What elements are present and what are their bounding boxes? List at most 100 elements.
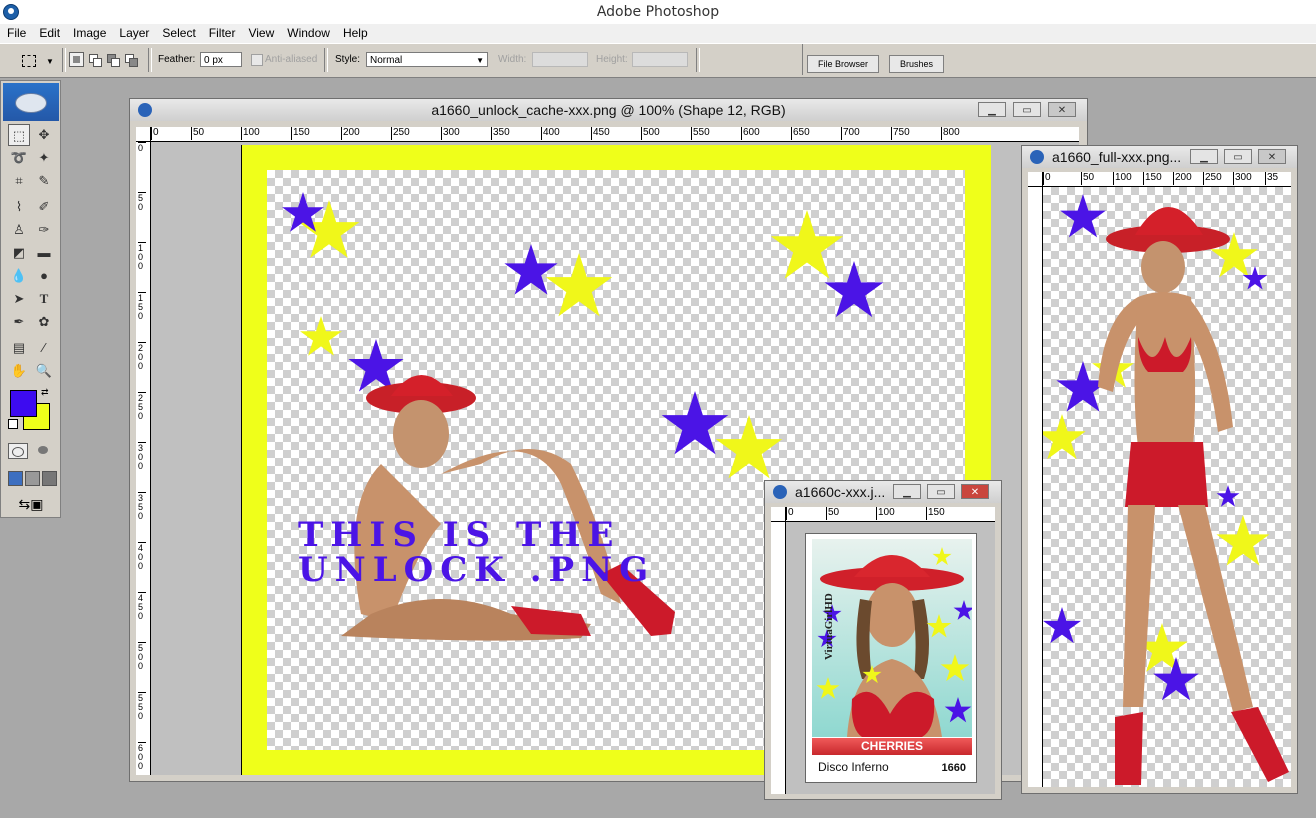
menu-filter[interactable]: Filter (202, 24, 242, 42)
card-number: 1660 (941, 762, 966, 774)
ruler-tick: 50 (826, 507, 840, 520)
feather-input[interactable]: 0 px (200, 52, 242, 67)
ruler-tick: 0 (786, 507, 794, 520)
magic-wand-icon[interactable]: ✦ (33, 147, 55, 169)
menu-help[interactable]: Help (336, 24, 374, 42)
tab-file-browser[interactable]: File Browser (807, 55, 880, 73)
ruler-tick: 6 0 0 (138, 742, 146, 771)
zoom-tool-icon[interactable]: 🔍 (33, 360, 55, 382)
menu-image[interactable]: Image (66, 24, 112, 42)
menu-layer[interactable]: Layer (112, 24, 155, 42)
menu-edit[interactable]: Edit (32, 24, 66, 42)
menu-view[interactable]: View (241, 24, 280, 42)
brush-tool-icon[interactable]: ✐ (33, 196, 55, 218)
subtract-selection-icon[interactable] (105, 52, 120, 67)
style-select[interactable]: Normal ▼ (366, 52, 488, 67)
minimize-button[interactable]: ▁ (978, 102, 1006, 117)
maximize-button[interactable]: ▭ (927, 484, 955, 499)
move-tool-icon[interactable]: ✥ (33, 124, 55, 146)
marquee-preset-picker[interactable]: ▼ (18, 51, 54, 69)
swap-colors-icon[interactable]: ⇄ (41, 387, 49, 398)
ruler-tick: 5 5 0 (138, 692, 146, 721)
default-colors-icon[interactable] (8, 419, 18, 429)
horizontal-ruler[interactable]: 0 50 100 150 200 250 300 350 400 450 500… (151, 127, 1079, 142)
antialias-label: Anti-aliased (265, 54, 318, 65)
toolbox-header[interactable] (3, 83, 59, 121)
document-titlebar[interactable]: a1660_full-xxx.png... ▁ ▭ ✕ (1022, 146, 1297, 168)
close-button[interactable]: ✕ (961, 484, 989, 499)
slice-tool-icon[interactable]: ✎ (33, 170, 55, 192)
adobe-online-icon (15, 93, 47, 113)
style-label: Style: (335, 54, 361, 65)
close-button[interactable]: ✕ (1258, 149, 1286, 164)
minimize-button[interactable]: ▁ (1190, 149, 1218, 164)
vertical-ruler[interactable] (771, 522, 786, 794)
menu-window[interactable]: Window (280, 24, 336, 42)
vertical-ruler[interactable]: 0 5 0 1 0 0 1 5 0 2 0 0 2 5 0 3 0 0 3 5 … (136, 142, 151, 775)
full-canvas[interactable] (1038, 187, 1291, 787)
ruler-tick: 2 5 0 (138, 392, 146, 421)
type-tool-icon[interactable]: T (33, 288, 55, 310)
document-titlebar[interactable]: a1660c-xxx.j... ▁ ▭ ✕ (765, 481, 1001, 503)
horizontal-ruler[interactable]: 0 50 100 150 (786, 507, 995, 522)
intersect-selection-icon[interactable] (123, 52, 138, 67)
standard-mode-icon[interactable] (8, 443, 28, 459)
maximize-button[interactable]: ▭ (1013, 102, 1041, 117)
gradient-tool-icon[interactable]: ▬ (33, 242, 55, 264)
ruler-tick: 100 (241, 127, 260, 140)
eyedropper-icon[interactable]: ⁄ (33, 337, 55, 359)
document-window-full[interactable]: a1660_full-xxx.png... ▁ ▭ ✕ 0 50 100 150… (1021, 145, 1298, 794)
screen-mode-full-menu-icon[interactable] (25, 471, 40, 486)
maximize-button[interactable]: ▭ (1224, 149, 1252, 164)
add-selection-icon[interactable] (87, 52, 102, 67)
history-brush-icon[interactable]: ✑ (33, 219, 55, 241)
ruler-corner (1028, 172, 1043, 187)
hand-tool-icon[interactable]: ✋ (8, 360, 30, 382)
minimize-button[interactable]: ▁ (893, 484, 921, 499)
ruler-tick: 3 0 0 (138, 442, 146, 471)
menu-file[interactable]: File (0, 24, 32, 42)
width-input[interactable] (532, 52, 588, 67)
ruler-tick: 150 (1143, 172, 1162, 185)
quick-mask-icon[interactable] (33, 443, 53, 459)
ruler-tick: 200 (341, 127, 360, 140)
document-window-card[interactable]: a1660c-xxx.j... ▁ ▭ ✕ 0 50 100 150 Virtu… (764, 480, 1002, 800)
clone-stamp-icon[interactable]: ♙ (8, 219, 30, 241)
vertical-ruler[interactable] (1028, 187, 1043, 787)
lasso-tool-icon[interactable]: ➰ (8, 147, 30, 169)
foreground-color-swatch[interactable] (10, 390, 37, 417)
close-button[interactable]: ✕ (1048, 102, 1076, 117)
standing-cowgirl-figure (1098, 207, 1289, 785)
ruler-tick: 650 (791, 127, 810, 140)
antialias-checkbox[interactable] (251, 54, 263, 66)
horizontal-ruler[interactable]: 0 50 100 150 200 250 300 35 (1043, 172, 1291, 187)
menu-select[interactable]: Select (155, 24, 201, 42)
new-selection-icon[interactable] (69, 52, 84, 67)
document-icon (773, 485, 787, 499)
custom-shape-icon[interactable]: ✿ (33, 311, 55, 333)
jump-to-imageready-icon[interactable]: ⇆▣ (8, 495, 54, 513)
screen-mode-full-icon[interactable] (42, 471, 57, 486)
notes-tool-icon[interactable]: ▤ (8, 337, 30, 359)
height-input[interactable] (632, 52, 688, 67)
blur-tool-icon[interactable]: 💧 (8, 265, 30, 287)
pen-tool-icon[interactable]: ✒ (8, 311, 30, 333)
screen-mode-standard-icon[interactable] (8, 471, 23, 486)
marquee-tool-icon[interactable]: ⬚ (8, 124, 30, 146)
ruler-tick: 50 (1081, 172, 1095, 185)
dodge-tool-icon[interactable]: ● (33, 265, 55, 287)
tab-brushes[interactable]: Brushes (889, 55, 945, 73)
ruler-tick: 350 (491, 127, 510, 140)
ruler-tick: 0 (1043, 172, 1051, 185)
eraser-tool-icon[interactable]: ◩ (8, 242, 30, 264)
overlay-text-line2: UNLOCK .PNG (298, 550, 656, 590)
trading-card[interactable]: VirtuaGirlHD CHERRIES Disco Inferno 1660 (805, 533, 977, 783)
document-titlebar[interactable]: a1660_unlock_cache-xxx.png @ 100% (Shape… (130, 99, 1087, 121)
path-selection-icon[interactable]: ➤ (8, 288, 30, 310)
marquee-preset-icon (22, 55, 36, 67)
ruler-tick: 5 0 0 (138, 642, 146, 671)
crop-tool-icon[interactable]: ⌗ (8, 170, 30, 192)
card-label-bar: CHERRIES (812, 738, 972, 755)
healing-brush-icon[interactable]: ⌇ (8, 196, 30, 218)
feather-label: Feather: (158, 54, 196, 65)
